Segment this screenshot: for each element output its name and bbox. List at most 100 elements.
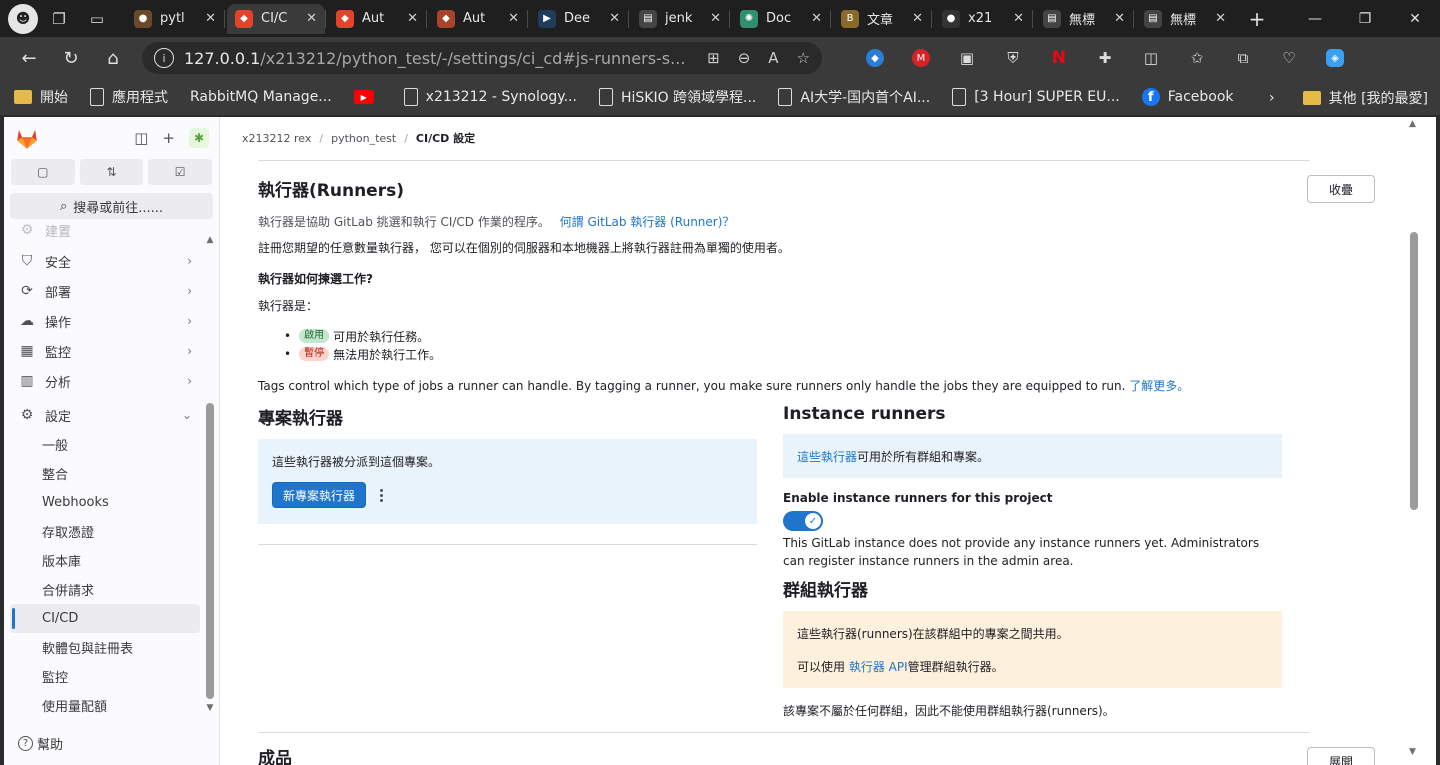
what-is-runner-link[interactable]: 何謂 GitLab 執行器 (Runner)？ <box>560 215 735 229</box>
browser-tab[interactable]: ● pytl ✕ <box>126 4 224 34</box>
tab-actions-icon[interactable]: ▭ <box>80 4 114 34</box>
tab-close-icon[interactable]: ✕ <box>407 11 418 26</box>
settings-sub-item[interactable]: 監控 <box>4 662 204 691</box>
sidebar-item[interactable]: ⟳ 部署 › <box>4 276 204 306</box>
restore-icon[interactable]: ❐ <box>1340 0 1390 37</box>
tab-close-icon[interactable]: ✕ <box>1114 11 1125 26</box>
browser-tab[interactable]: ◆ Aut ✕ <box>429 4 527 34</box>
apps-grid-icon[interactable]: ⊞ <box>707 49 720 67</box>
settings-sub-item[interactable]: 使用量配額 <box>4 691 204 720</box>
scrollbar-thumb[interactable] <box>206 403 214 699</box>
bookmark-item[interactable]: 應用程式 <box>90 87 168 107</box>
bookmark-item[interactable]: ▶ <box>353 90 382 104</box>
breadcrumb-user[interactable]: x213212 rex <box>242 132 311 145</box>
runners-api-link[interactable]: 執行器 API <box>849 660 908 674</box>
new-project-runner-button[interactable]: 新專案執行器 <box>272 482 367 508</box>
extension-window-icon[interactable]: ▣ <box>950 43 984 73</box>
bookmark-item[interactable]: AI大学-国内首个AI... <box>778 87 930 107</box>
extension-m-icon[interactable]: M <box>904 43 938 73</box>
tab-close-icon[interactable]: ✕ <box>1013 11 1024 26</box>
tab-close-icon[interactable]: ✕ <box>811 11 822 26</box>
back-icon[interactable]: ← <box>10 41 48 75</box>
breadcrumb-project[interactable]: python_test <box>331 132 396 145</box>
extension-shield-icon[interactable]: ⛨ <box>996 43 1030 73</box>
user-avatar[interactable]: ✱ <box>189 128 209 148</box>
sidebar-item[interactable]: ⛉ 安全 › <box>4 246 204 276</box>
bookmark-item[interactable]: [3 Hour] SUPER EU... <box>952 88 1120 106</box>
these-runners-link[interactable]: 這些執行器 <box>797 448 857 465</box>
learn-more-link[interactable]: 了解更多。 <box>1129 379 1189 393</box>
bookmark-item[interactable]: 開始 <box>14 87 68 107</box>
minimize-icon[interactable]: — <box>1290 0 1340 37</box>
browser-tab[interactable]: ● x21 ✕ <box>934 4 1032 34</box>
merge-requests-counter-button[interactable]: ⇅ <box>79 159 144 185</box>
collapse-sidebar-icon[interactable]: ◫ <box>134 129 148 147</box>
bookmark-item[interactable]: RabbitMQ Manage... <box>190 89 332 105</box>
favorite-star-icon[interactable]: ☆ <box>797 49 810 67</box>
settings-sub-item[interactable]: 整合 <box>4 459 204 488</box>
read-aloud-icon[interactable]: A <box>768 49 778 67</box>
bookmark-item[interactable]: x213212 - Synology... <box>403 88 577 106</box>
bookmark-other-folder[interactable]: 其他 [我的最愛] <box>1302 88 1428 108</box>
performance-icon[interactable]: ♡ <box>1272 43 1306 73</box>
home-icon[interactable]: ⌂ <box>94 41 132 75</box>
sidebar-item[interactable]: ☁ 操作 › <box>4 306 204 336</box>
refresh-icon[interactable]: ↻ <box>52 41 90 75</box>
settings-sub-item[interactable]: 一般 <box>4 430 204 459</box>
zoom-icon[interactable]: ⊖ <box>738 49 751 67</box>
scroll-up-icon[interactable]: ▲ <box>205 235 215 245</box>
settings-sub-item[interactable]: 存取憑證 <box>4 517 204 546</box>
settings-sub-item[interactable]: 合併請求 <box>4 575 204 604</box>
copilot-icon[interactable]: ◈ <box>1318 43 1352 73</box>
new-tab-button[interactable]: + <box>1240 4 1274 34</box>
settings-sub-item[interactable]: 版本庫 <box>4 546 204 575</box>
collapse-button[interactable]: 收疊 <box>1307 175 1375 203</box>
settings-sub-item[interactable]: CI/CD <box>10 604 200 633</box>
tab-close-icon[interactable]: ✕ <box>912 11 923 26</box>
scroll-up-icon[interactable]: ▲ <box>1409 119 1416 129</box>
scroll-down-icon[interactable]: ▼ <box>1409 747 1416 757</box>
sidebar-scrollbar[interactable]: ▲ ▼ <box>205 235 215 713</box>
todos-counter-button[interactable]: ☑ <box>148 159 213 185</box>
help-button[interactable]: ? 幫助 <box>18 734 63 753</box>
issues-counter-button[interactable]: ▢ <box>11 159 75 185</box>
scrollbar-thumb[interactable] <box>1410 232 1418 510</box>
browser-tab[interactable]: ✺ Doc ✕ <box>732 4 830 34</box>
profile-avatar[interactable]: ☻ <box>8 3 38 34</box>
tab-close-icon[interactable]: ✕ <box>205 11 216 26</box>
scroll-down-icon[interactable]: ▼ <box>205 703 215 713</box>
browser-tab[interactable]: ▤ 無標 ✕ <box>1035 4 1133 34</box>
close-window-icon[interactable]: ✕ <box>1390 0 1440 37</box>
workspaces-icon[interactable]: ❐ <box>42 4 76 34</box>
browser-tab[interactable]: ▤ jenk ✕ <box>631 4 729 34</box>
browser-tab[interactable]: ◆ CI/C ✕ <box>227 3 325 34</box>
bookmarks-overflow-icon[interactable]: › <box>1269 90 1275 106</box>
expand-button[interactable]: 展開 <box>1307 747 1375 765</box>
sidebar-item-settings[interactable]: ⚙ 設定 ⌄ <box>4 400 204 430</box>
search-or-go-button[interactable]: ⌕ 搜尋或前往...... <box>10 193 213 219</box>
tab-close-icon[interactable]: ✕ <box>710 11 721 26</box>
page-scrollbar[interactable]: ▲ ▼ <box>1407 117 1421 765</box>
settings-sub-item[interactable]: Webhooks <box>4 488 204 517</box>
sidebar-item[interactable]: ▦ 監控 › <box>4 336 204 366</box>
extension-netflix-icon[interactable]: N <box>1042 43 1076 73</box>
browser-tab[interactable]: B 文章 ✕ <box>833 4 931 34</box>
sidebar-item[interactable]: ▥ 分析 › <box>4 366 204 396</box>
extensions-puzzle-icon[interactable]: ✚ <box>1088 43 1122 73</box>
tab-close-icon[interactable]: ✕ <box>508 11 519 26</box>
tab-close-icon[interactable]: ✕ <box>609 11 620 26</box>
split-screen-icon[interactable]: ◫ <box>1134 43 1168 73</box>
favorites-icon[interactable]: ✩ <box>1180 43 1214 73</box>
site-info-icon[interactable]: i <box>154 48 174 68</box>
url-input[interactable]: i 127.0.0.1/x213212/python_test/-/settin… <box>142 42 822 74</box>
tab-close-icon[interactable]: ✕ <box>306 11 317 26</box>
browser-tab[interactable]: ▶ Dee ✕ <box>530 4 628 34</box>
enable-instance-runners-toggle[interactable]: ✓ <box>783 511 823 531</box>
bookmark-item[interactable]: HiSKIO 跨領域學程... <box>598 87 756 107</box>
collections-icon[interactable]: ⧉ <box>1226 43 1260 73</box>
settings-sub-item[interactable]: 軟體包與註冊表 <box>4 633 204 662</box>
browser-tab[interactable]: ▤ 無標 ✕ <box>1136 4 1234 34</box>
browser-tab[interactable]: ◆ Aut ✕ <box>328 4 426 34</box>
sidebar-item-build[interactable]: ⚙ 建置 <box>4 221 204 240</box>
bookmark-item[interactable]: f Facebook <box>1141 88 1234 106</box>
